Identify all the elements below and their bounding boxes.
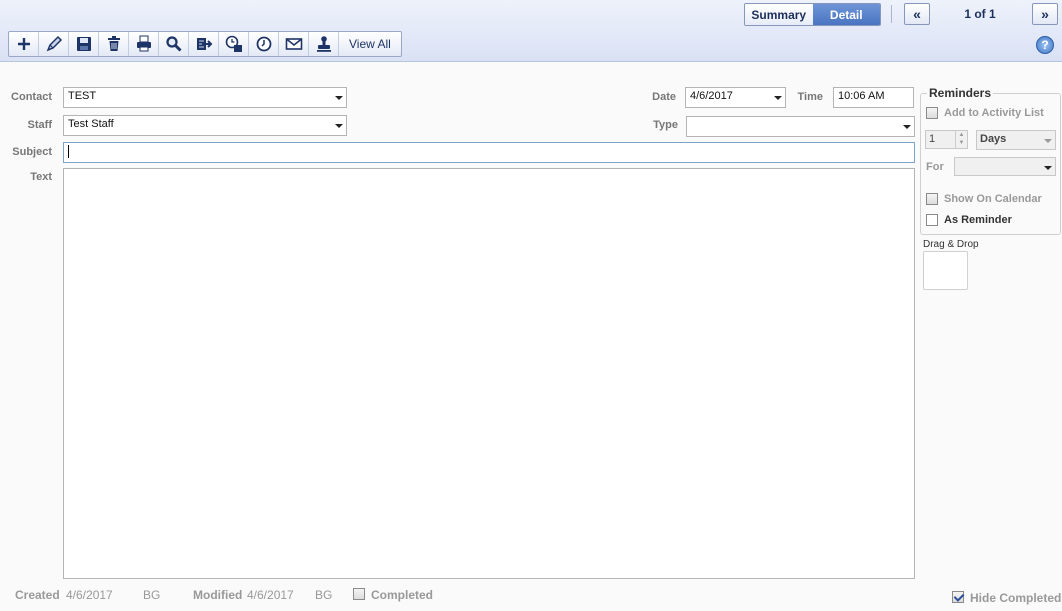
help-icon[interactable]: ? (1036, 36, 1054, 54)
stepper-buttons[interactable]: ▲ ▼ (955, 131, 967, 148)
hide-completed-label: Hide Completed (970, 591, 1062, 605)
subject-label: Subject (12, 146, 52, 158)
edit-icon (46, 35, 62, 52)
export-button[interactable] (189, 32, 219, 56)
for-dropdown[interactable] (954, 157, 1056, 176)
print-icon (136, 35, 151, 52)
chevron-down-icon (903, 125, 911, 129)
email-button[interactable] (279, 32, 309, 56)
chevron-down-icon (774, 96, 782, 100)
chevron-up-icon: ▲ (958, 132, 965, 138)
summary-tab[interactable]: Summary (745, 4, 813, 25)
modified-by: BG (315, 588, 333, 602)
detail-tab[interactable]: Detail (812, 4, 880, 25)
type-label: Type (653, 119, 678, 131)
text-caret (68, 145, 69, 158)
clock-icon (256, 36, 271, 52)
as-reminder-label: As Reminder (944, 214, 1012, 226)
toolbar: View All (8, 31, 402, 57)
date-value: 4/6/2017 (690, 90, 733, 102)
time-value: 10:06 AM (838, 90, 885, 102)
modified-label: Modified (193, 588, 243, 602)
date-label: Date (652, 91, 676, 103)
drag-drop-label: Drag & Drop (923, 239, 979, 250)
staff-dropdown[interactable]: Test Staff (63, 115, 347, 136)
time-label: Time (797, 91, 823, 103)
staff-label: Staff (27, 119, 52, 131)
contact-label: Contact (11, 91, 52, 103)
show-on-calendar-checkbox[interactable] (926, 193, 938, 205)
chevron-down-icon (1044, 139, 1052, 143)
email-icon (285, 38, 302, 50)
drag-drop-zone[interactable] (923, 251, 968, 290)
save-button[interactable] (69, 32, 99, 56)
contact-dropdown[interactable]: TEST (63, 87, 347, 108)
subject-input[interactable] (63, 142, 915, 163)
chevron-down-icon: ▼ (958, 140, 965, 146)
schedule-icon (225, 35, 242, 52)
search-button[interactable] (159, 32, 189, 56)
add-icon (17, 38, 30, 50)
schedule-button[interactable] (219, 32, 249, 56)
show-on-calendar-label: Show On Calendar (944, 193, 1042, 205)
chevron-down-icon (335, 96, 343, 100)
created-date: 4/6/2017 (66, 588, 113, 602)
header-bar: Summary Detail « 1 of 1 » View All ? (0, 0, 1062, 62)
reminders-title: Reminders (927, 86, 994, 100)
add-to-activity-checkbox[interactable] (926, 107, 938, 119)
text-area[interactable] (63, 168, 915, 579)
time-input[interactable]: 10:06 AM (833, 87, 914, 108)
created-by: BG (143, 588, 161, 602)
reminder-unit-value: Days (980, 133, 1007, 145)
for-label: For (926, 161, 944, 173)
view-all-button[interactable]: View All (339, 32, 401, 56)
type-dropdown[interactable] (686, 116, 915, 137)
save-icon (76, 37, 91, 51)
completed-checkbox[interactable] (353, 588, 365, 600)
modified-date: 4/6/2017 (247, 588, 294, 602)
hide-completed-checkbox[interactable] (952, 591, 964, 603)
completed-label: Completed (371, 588, 434, 602)
export-icon (196, 38, 212, 50)
as-reminder-checkbox[interactable] (926, 214, 938, 226)
contact-value: TEST (68, 90, 97, 102)
reminder-count-value: 1 (929, 133, 936, 145)
staff-value: Test Staff (68, 118, 114, 130)
previous-record-button[interactable]: « (904, 3, 930, 25)
search-icon (165, 36, 182, 52)
stamp-button[interactable] (309, 32, 339, 56)
view-toggle: Summary Detail (744, 3, 881, 26)
clock-button[interactable] (249, 32, 279, 56)
add-button[interactable] (9, 32, 39, 56)
add-to-activity-label: Add to Activity List (944, 107, 1044, 119)
delete-icon (107, 36, 120, 51)
next-record-button[interactable]: » (1032, 3, 1058, 25)
header-divider (891, 5, 892, 23)
reminder-unit-dropdown[interactable]: Days (976, 130, 1056, 150)
stamp-icon (316, 36, 331, 52)
edit-button[interactable] (39, 32, 69, 56)
chevron-down-icon (1044, 166, 1052, 170)
date-picker[interactable]: 4/6/2017 (685, 87, 786, 108)
delete-button[interactable] (99, 32, 129, 56)
print-button[interactable] (129, 32, 159, 56)
text-label: Text (30, 171, 52, 183)
chevron-down-icon (335, 124, 343, 128)
reminder-count-stepper[interactable]: 1 ▲ ▼ (925, 130, 968, 149)
created-label: Created (15, 588, 60, 602)
record-pager: 1 of 1 (964, 7, 996, 21)
